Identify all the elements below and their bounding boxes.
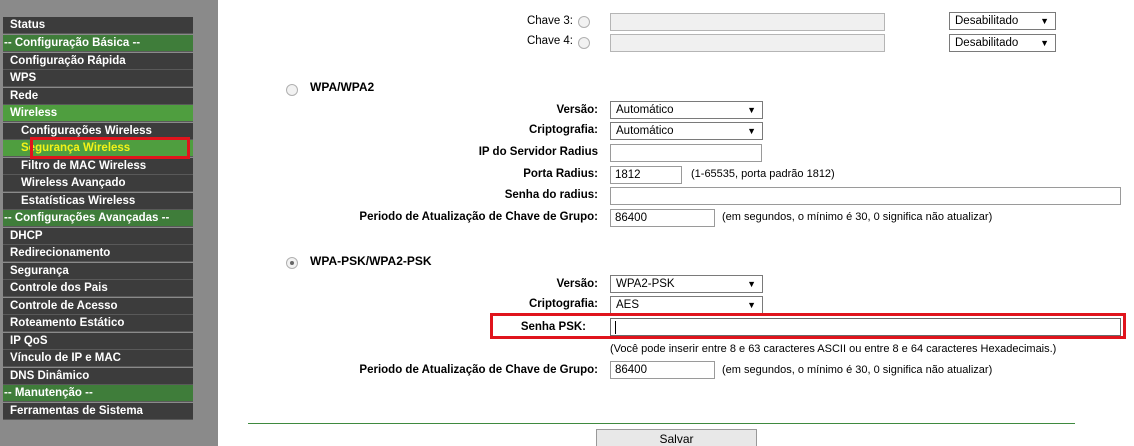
wpa-version-label: Versão: — [556, 104, 598, 116]
chevron-down-icon: ▼ — [747, 279, 756, 289]
wep-key3-radio[interactable] — [578, 16, 590, 28]
wpa-radius-port-hint: (1-65535, porta padrão 1812) — [691, 168, 835, 180]
sidebar-section-advanced: -- Configurações Avançadas -- — [3, 210, 193, 227]
sidebar-item-security[interactable]: Segurança — [3, 263, 193, 280]
psk-password-input[interactable] — [610, 318, 1121, 336]
sidebar-item-ip-mac-binding[interactable]: Vínculo de IP e MAC — [3, 350, 193, 367]
wpa-radius-port-label: Porta Radius: — [523, 168, 598, 180]
chevron-down-icon: ▼ — [747, 126, 756, 136]
sidebar-item-wps[interactable]: WPS — [3, 70, 193, 87]
chevron-down-icon: ▼ — [747, 300, 756, 310]
sidebar: Status -- Configuração Básica -- Configu… — [0, 0, 218, 446]
wpa-group-key-input[interactable]: 86400 — [610, 209, 715, 227]
wpa-crypto-select[interactable]: Automático ▼ — [610, 122, 763, 140]
sidebar-item-wireless-settings[interactable]: Configurações Wireless — [3, 123, 193, 140]
wpa-crypto-label: Criptografia: — [529, 124, 598, 136]
wpa-section-title: WPA/WPA2 — [310, 80, 375, 94]
wpa-radius-ip-label: IP do Servidor Radius — [478, 146, 598, 158]
sidebar-item-system-tools[interactable]: Ferramentas de Sistema — [3, 403, 193, 420]
sidebar-item-quick-setup[interactable]: Configuração Rápida — [3, 53, 193, 70]
wpa-version-value: Automático — [616, 104, 674, 116]
sidebar-item-ip-qos[interactable]: IP QoS — [3, 333, 193, 350]
wpa-psk-section-title: WPA-PSK/WPA2-PSK — [310, 254, 432, 268]
chevron-down-icon: ▼ — [747, 105, 756, 115]
chevron-down-icon: ▼ — [1040, 38, 1049, 48]
wpa-psk-radio[interactable] — [286, 257, 298, 269]
sidebar-section-basic: -- Configuração Básica -- — [3, 35, 193, 52]
sidebar-item-dhcp[interactable]: DHCP — [3, 228, 193, 245]
wpa-psk-version-label: Versão: — [556, 278, 598, 290]
sidebar-item-access-control[interactable]: Controle de Acesso — [3, 298, 193, 315]
sidebar-item-wireless-security[interactable]: Segurança Wireless — [3, 140, 193, 157]
wpa-group-key-hint: (em segundos, o mínimo é 30, 0 significa… — [722, 211, 993, 223]
wep-key4-status-select[interactable]: Desabilitado ▼ — [949, 34, 1056, 52]
wpa-version-select[interactable]: Automático ▼ — [610, 101, 763, 119]
wpa-psk-version-select[interactable]: WPA2-PSK ▼ — [610, 275, 763, 293]
sidebar-item-wireless-advanced[interactable]: Wireless Avançado — [3, 175, 193, 192]
wpa-psk-crypto-select[interactable]: AES ▼ — [610, 296, 763, 314]
sidebar-item-network[interactable]: Rede — [3, 88, 193, 105]
wpa-psk-crypto-value: AES — [616, 299, 640, 311]
wep-key3-status-select[interactable]: Desabilitado ▼ — [949, 12, 1056, 30]
wep-key3-status-value: Desabilitado — [955, 15, 1019, 27]
sidebar-item-mac-filter[interactable]: Filtro de MAC Wireless — [3, 158, 193, 175]
sidebar-item-static-routing[interactable]: Roteamento Estático — [3, 315, 193, 332]
wpa-radius-ip-input[interactable] — [610, 144, 762, 162]
psk-password-label: Senha PSK: — [520, 321, 586, 333]
chevron-down-icon: ▼ — [1040, 16, 1049, 26]
wep-key4-status-value: Desabilitado — [955, 37, 1019, 49]
wpa-psk-version-value: WPA2-PSK — [616, 278, 675, 290]
sidebar-item-ddns[interactable]: DNS Dinâmico — [3, 368, 193, 385]
wep-key3-input[interactable] — [610, 13, 885, 31]
text-cursor — [615, 321, 616, 334]
sidebar-item-wireless-stats[interactable]: Estatísticas Wireless — [3, 193, 193, 210]
wpa-group-key-label: Periodo de Atualização de Chave de Grupo… — [359, 211, 598, 223]
wpa-psk-crypto-label: Criptografia: — [529, 298, 598, 310]
wpa-radius-password-label: Senha do radius: — [504, 189, 598, 201]
sidebar-item-wireless[interactable]: Wireless — [3, 105, 193, 122]
main-content: Chave 3: Desabilitado ▼ Chave 4: Desabili… — [218, 0, 1134, 446]
sidebar-item-status[interactable]: Status — [3, 17, 193, 34]
divider — [248, 423, 1075, 424]
sidebar-item-forwarding[interactable]: Redirecionamento — [3, 245, 193, 262]
wep-key4-radio[interactable] — [578, 37, 590, 49]
sidebar-item-parental-control[interactable]: Controle dos Pais — [3, 280, 193, 297]
sidebar-section-maintenance: -- Manutenção -- — [3, 385, 193, 402]
wep-key4-input[interactable] — [610, 34, 885, 52]
wpa-radio[interactable] — [286, 84, 298, 96]
wpa-radius-port-input[interactable]: 1812 — [610, 166, 682, 184]
wep-key3-label: Chave 3: — [526, 15, 573, 27]
wpa-crypto-value: Automático — [616, 125, 674, 137]
wep-key4-label: Chave 4: — [526, 35, 573, 47]
wpa-psk-group-key-label: Periodo de Atualização de Chave de Grupo… — [359, 364, 598, 376]
wpa-psk-group-key-input[interactable]: 86400 — [610, 361, 715, 379]
wpa-radius-password-input[interactable] — [610, 187, 1121, 205]
psk-password-hint: (Você pode inserir entre 8 e 63 caracter… — [610, 343, 1057, 355]
wpa-psk-group-key-hint: (em segundos, o mínimo é 30, 0 significa… — [722, 364, 993, 376]
save-button[interactable]: Salvar — [596, 429, 757, 446]
